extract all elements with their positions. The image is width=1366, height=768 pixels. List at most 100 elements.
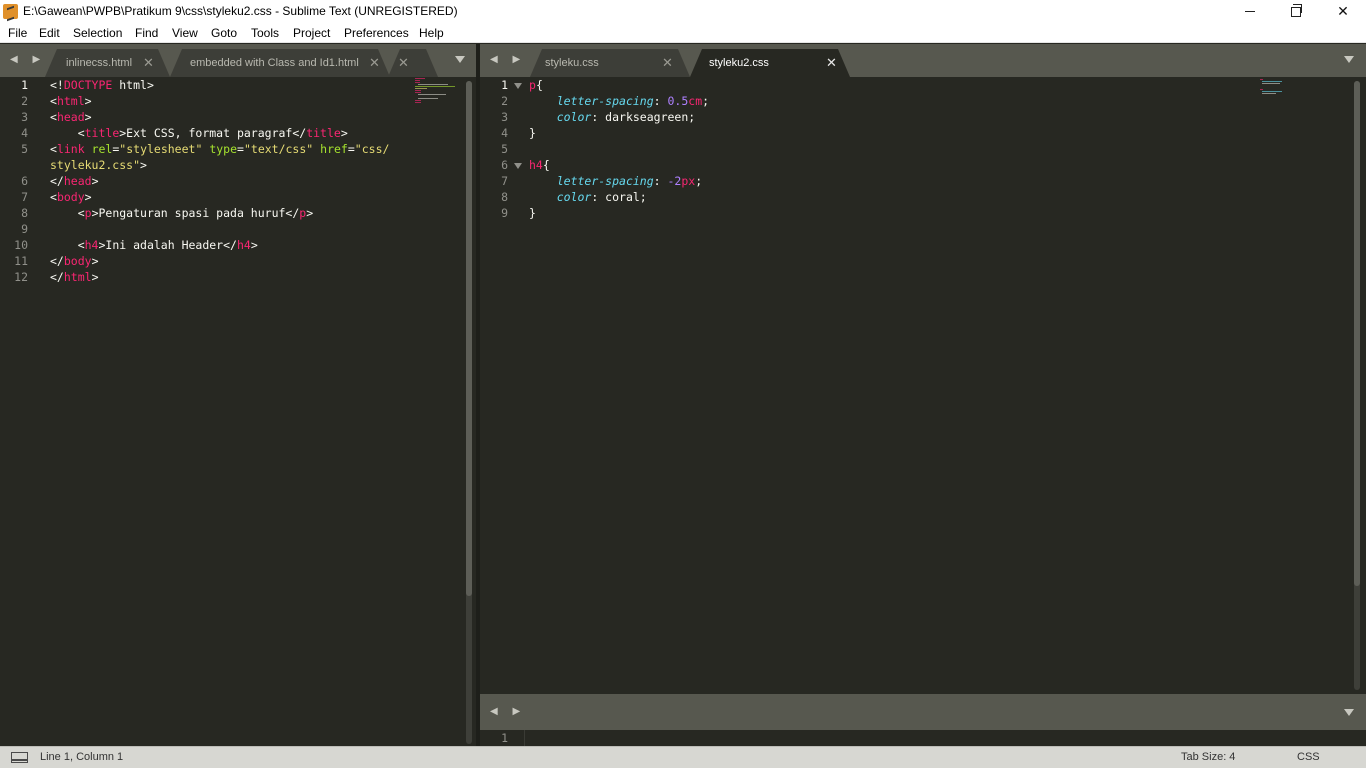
code-line: <html> (50, 93, 92, 109)
syntax-indicator[interactable]: CSS (1297, 751, 1320, 763)
tab-close-icon[interactable]: ✕ (143, 55, 154, 71)
menu-project[interactable]: Project (293, 26, 330, 40)
minimap[interactable] (415, 77, 460, 107)
line-number: 8 (21, 206, 28, 220)
tab-nav-arrows[interactable]: ◀ ▶ (490, 54, 526, 65)
menu-help[interactable]: Help (419, 26, 444, 40)
tab-close-icon[interactable]: ✕ (398, 55, 409, 71)
tab-close-icon[interactable]: ✕ (369, 55, 380, 71)
code-token: "css/ (354, 142, 390, 156)
code-token: { (542, 158, 550, 172)
line-number: 5 (21, 142, 28, 156)
fold-arrow-icon[interactable] (514, 163, 522, 169)
code-token: href (320, 142, 348, 156)
menu-selection[interactable]: Selection (73, 26, 122, 40)
left-tab-strip: ◀ ▶ inlinecss.html ✕ embedded with Class… (0, 44, 476, 77)
line-number: 6 (21, 174, 28, 188)
code-line: <title>Ext CSS, format paragraf</title> (50, 125, 348, 141)
tab-styleku-css[interactable]: styleku.css ✕ (530, 49, 690, 77)
code-token: ; (695, 174, 703, 188)
code-token: cm (688, 94, 703, 108)
title-bar: E:\Gawean\PWPB\Pratikum 9\css\styleku2.c… (0, 0, 1366, 23)
code-token: color (556, 110, 592, 124)
code-token: html (63, 270, 92, 284)
line-number: 7 (21, 190, 28, 204)
code-line: p{ (529, 77, 543, 93)
code-token: DOCTYPE (63, 78, 113, 92)
code-token: = (347, 142, 355, 156)
right-editor-pane[interactable]: 123456789 p{ letter-spacing: 0.5cm; colo… (480, 77, 1366, 694)
code-token: <! (50, 78, 64, 92)
code-line: color: coral; (529, 189, 647, 205)
code-token: html (56, 94, 85, 108)
tab-close-icon[interactable]: ✕ (826, 55, 837, 71)
code-token: px (681, 174, 696, 188)
code-token: < (50, 110, 57, 124)
code-line: <body> (50, 189, 92, 205)
sublime-logo-icon (3, 4, 18, 19)
line-number: 2 (501, 94, 508, 108)
vertical-scrollbar[interactable] (1354, 81, 1360, 690)
code-token: > (306, 206, 314, 220)
tab-dropdown-icon[interactable] (1344, 56, 1354, 63)
menu-preferences[interactable]: Preferences (344, 26, 409, 40)
tab-nav-arrows[interactable]: ◀ ▶ (10, 54, 46, 65)
scrollbar-thumb[interactable] (1354, 81, 1360, 586)
code-token: </ (50, 254, 64, 268)
panel-toggle-icon[interactable] (11, 752, 28, 763)
close-window-button[interactable]: ✕ (1320, 0, 1366, 23)
cursor-position: Line 1, Column 1 (40, 751, 124, 763)
code-token: ; (702, 94, 710, 108)
minimize-icon (1245, 11, 1255, 12)
menu-file[interactable]: File (8, 26, 27, 40)
menu-find[interactable]: Find (135, 26, 158, 40)
code-token: > (140, 158, 147, 172)
code-token: link (56, 142, 85, 156)
tab-hidden[interactable]: ✕ (388, 49, 438, 77)
code-token: title (306, 126, 341, 140)
code-line: styleku2.css"> (50, 157, 147, 173)
line-number: 1 (501, 731, 508, 745)
menu-tools[interactable]: Tools (251, 26, 279, 40)
menu-edit[interactable]: Edit (39, 26, 60, 40)
tab-label: embedded with Class and Id1.html (190, 57, 359, 69)
code-token: body (63, 254, 92, 268)
tab-styleku2-css[interactable]: styleku2.css ✕ (690, 49, 850, 77)
code-token: > (91, 174, 99, 188)
vertical-scrollbar[interactable] (466, 81, 472, 744)
minimap[interactable] (1260, 78, 1290, 98)
scrollbar-thumb[interactable] (466, 81, 472, 596)
tab-inlinecss-html[interactable]: inlinecss.html ✕ (45, 49, 170, 77)
menu-goto[interactable]: Goto (211, 26, 237, 40)
fold-arrow-icon[interactable] (514, 83, 522, 89)
code-token: > (250, 238, 258, 252)
code-token: > (340, 126, 348, 140)
menu-bar: File Edit Selection Find View Goto Tools… (0, 23, 1366, 43)
code-line: </html> (50, 269, 99, 285)
tab-label: styleku2.css (709, 57, 769, 69)
code-token: } (529, 206, 536, 220)
bottom-tab-strip: ◀ ▶ (480, 694, 1366, 730)
left-editor-pane[interactable]: 1 2 3 4 5 6 7 8 9 10 11 12 <!DOCTYPE html> <html> <he… (0, 77, 476, 746)
minimize-button[interactable] (1227, 0, 1273, 23)
menu-view[interactable]: View (172, 26, 198, 40)
code-token: : (653, 94, 668, 108)
code-token: : coral; (591, 190, 647, 204)
tab-dropdown-icon[interactable] (1344, 709, 1354, 716)
code-token: -2 (667, 174, 682, 188)
restore-icon (1291, 3, 1302, 17)
bottom-editor-pane[interactable]: 1 (480, 730, 1366, 746)
line-number: 4 (501, 126, 508, 140)
tab-nav-arrows[interactable]: ◀ ▶ (490, 706, 526, 717)
maximize-button[interactable] (1273, 0, 1319, 23)
code-token: < (50, 126, 85, 140)
tab-embedded-html[interactable]: embedded with Class and Id1.html ✕ (170, 49, 390, 77)
gutter-separator (524, 730, 525, 746)
tab-dropdown-icon[interactable] (455, 56, 465, 63)
tab-close-icon[interactable]: ✕ (662, 55, 673, 71)
tab-size-indicator[interactable]: Tab Size: 4 (1181, 751, 1235, 763)
line-number (4, 157, 28, 173)
code-line: <h4>Ini adalah Header</h4> (50, 237, 258, 253)
